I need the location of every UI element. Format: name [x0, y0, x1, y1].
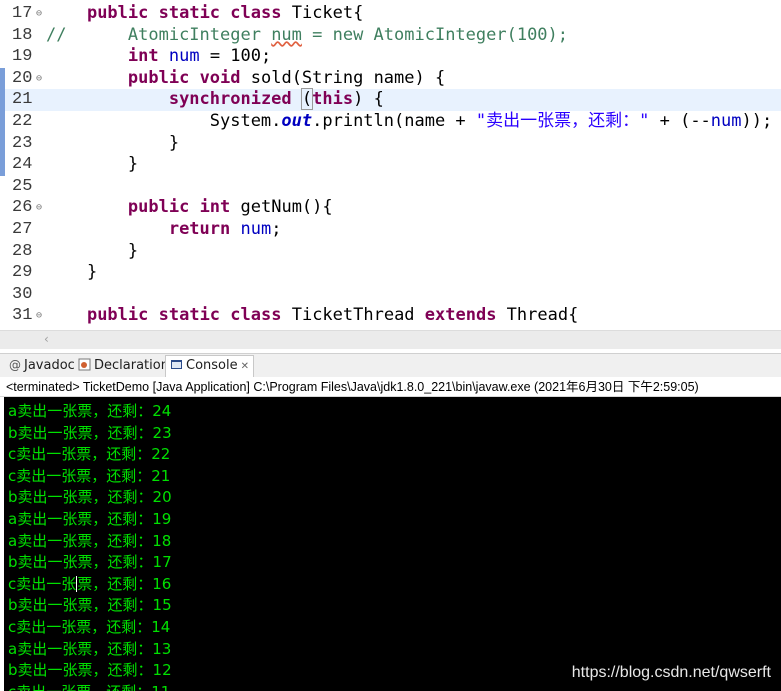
code-text: int num = 100; [127, 46, 272, 67]
close-icon[interactable]: ✕ [241, 361, 249, 372]
code-line[interactable]: 19 int num = 100; [0, 46, 781, 68]
console-line: b卖出一张票，还剩：17 [8, 553, 172, 572]
change-marker [0, 67, 5, 90]
console-line: c卖出一张票，还剩：16 [8, 574, 172, 593]
fold-toggle-icon[interactable]: ⊖ [36, 305, 42, 327]
code-line[interactable]: 30 [0, 284, 781, 306]
code-line[interactable]: 21 synchronized (this) { [0, 88, 781, 111]
change-marker [0, 154, 5, 176]
code-text: public static class TicketThread extends… [86, 305, 579, 326]
code-line[interactable]: 29 } [0, 262, 781, 284]
view-tab-bar: @ Javadoc Declaration Console ✕ [0, 353, 781, 378]
change-marker [0, 111, 5, 133]
console-line: a卖出一张票，还剩：13 [8, 639, 172, 658]
console-status-text: <terminated> TicketDemo [Java Applicatio… [0, 377, 781, 397]
fold-toggle-icon[interactable]: ⊖ [36, 3, 42, 25]
code-text: // AtomicInteger num = new AtomicInteger… [46, 24, 569, 45]
code-line[interactable]: 18 // AtomicInteger num = new AtomicInteg… [0, 25, 781, 47]
javadoc-icon: @ [9, 358, 21, 371]
code-line[interactable]: 28 } [0, 241, 781, 263]
code-line[interactable]: 20 ⊖ public void sold(String name) { [0, 67, 781, 90]
console-line: c卖出一张票，还剩：11 [8, 682, 170, 691]
scroll-left-arrow-icon[interactable]: ‹ [44, 332, 49, 346]
console-line: b卖出一张票，还剩：12 [8, 661, 172, 680]
svg-text:@: @ [9, 358, 21, 371]
code-text: } [46, 132, 180, 153]
change-marker [0, 132, 5, 155]
console-line: a卖出一张票，还剩：24 [8, 402, 172, 420]
code-text: public int getNum(){ [127, 197, 333, 218]
line-number: 27 [12, 220, 33, 239]
tab-javadoc[interactable]: @ Javadoc [4, 356, 79, 376]
code-text: public void sold(String name) { [127, 67, 446, 88]
code-editor[interactable]: 17 ⊖ public static class Ticket{18 // Atom… [0, 0, 781, 330]
console-line: c卖出一张票，还剩：14 [8, 618, 171, 636]
tab-declaration-label: Declaration [94, 358, 169, 373]
code-text: return num; [168, 219, 282, 239]
console-output[interactable]: a卖出一张票，还剩：24 b卖出一张票，还剩：23 c卖出一张票，还剩：22 c卖出一… [4, 397, 781, 691]
code-line[interactable]: 17 ⊖ public static class Ticket{ [0, 3, 781, 25]
code-text: synchronized (this) { [168, 88, 384, 111]
console-line: b卖出一张票，还剩：20 [8, 488, 172, 507]
fold-toggle-icon[interactable]: ⊖ [36, 197, 42, 219]
console-line: c卖出一张票，还剩：21 [8, 466, 171, 485]
line-number: 19 [12, 47, 33, 67]
line-number: 28 [12, 241, 33, 261]
line-number: 30 [12, 284, 33, 304]
line-number: 25 [12, 176, 33, 196]
change-marker [0, 89, 5, 111]
code-line[interactable]: 24 } [0, 154, 781, 176]
console-line: a卖出一张票，还剩：18 [8, 531, 172, 550]
line-number: 23 [12, 133, 33, 153]
code-line[interactable]: 27 return num; [0, 219, 781, 241]
tab-console[interactable]: Console ✕ [165, 355, 254, 378]
console-icon [171, 360, 182, 369]
code-line[interactable]: 26 ⊖ public int getNum(){ [0, 197, 781, 219]
tab-console-label: Console [186, 358, 238, 373]
declaration-icon [78, 358, 91, 371]
fold-toggle-icon[interactable]: ⊖ [36, 68, 42, 90]
console-line: b卖出一张票，还剩：15 [8, 596, 172, 615]
tab-declaration[interactable]: Declaration [74, 356, 173, 376]
watermark: https://blog.csdn.net/qwserft [571, 664, 771, 681]
console-line: b卖出一张票，还剩：23 [8, 423, 172, 442]
line-number: 18 [12, 25, 33, 45]
code-text: public static class Ticket{ [86, 3, 364, 23]
code-line[interactable]: 22 System.out.println(name + "卖出一张票，还剩："… [0, 111, 781, 133]
code-text: } [46, 262, 98, 283]
code-text: System.out.println(name + "卖出一张票，还剩：" + … [46, 111, 773, 131]
console-line: c卖出一张票，还剩：22 [8, 445, 171, 464]
code-line[interactable]: 23 } [0, 132, 781, 155]
editor-horizontal-scrollbar[interactable]: ‹ [0, 330, 781, 349]
code-line[interactable]: 25 [0, 176, 781, 198]
line-number: 24 [12, 155, 33, 175]
code-line[interactable]: 31 ⊖ public static class TicketThread ext… [0, 305, 781, 327]
line-number: 21 [12, 90, 33, 110]
line-number: 22 [12, 112, 33, 131]
tab-javadoc-label: Javadoc [24, 358, 75, 373]
code-text: } [46, 240, 139, 261]
code-text: } [46, 154, 139, 175]
line-number: 29 [12, 263, 33, 283]
console-line: a卖出一张票，还剩：19 [8, 510, 172, 528]
